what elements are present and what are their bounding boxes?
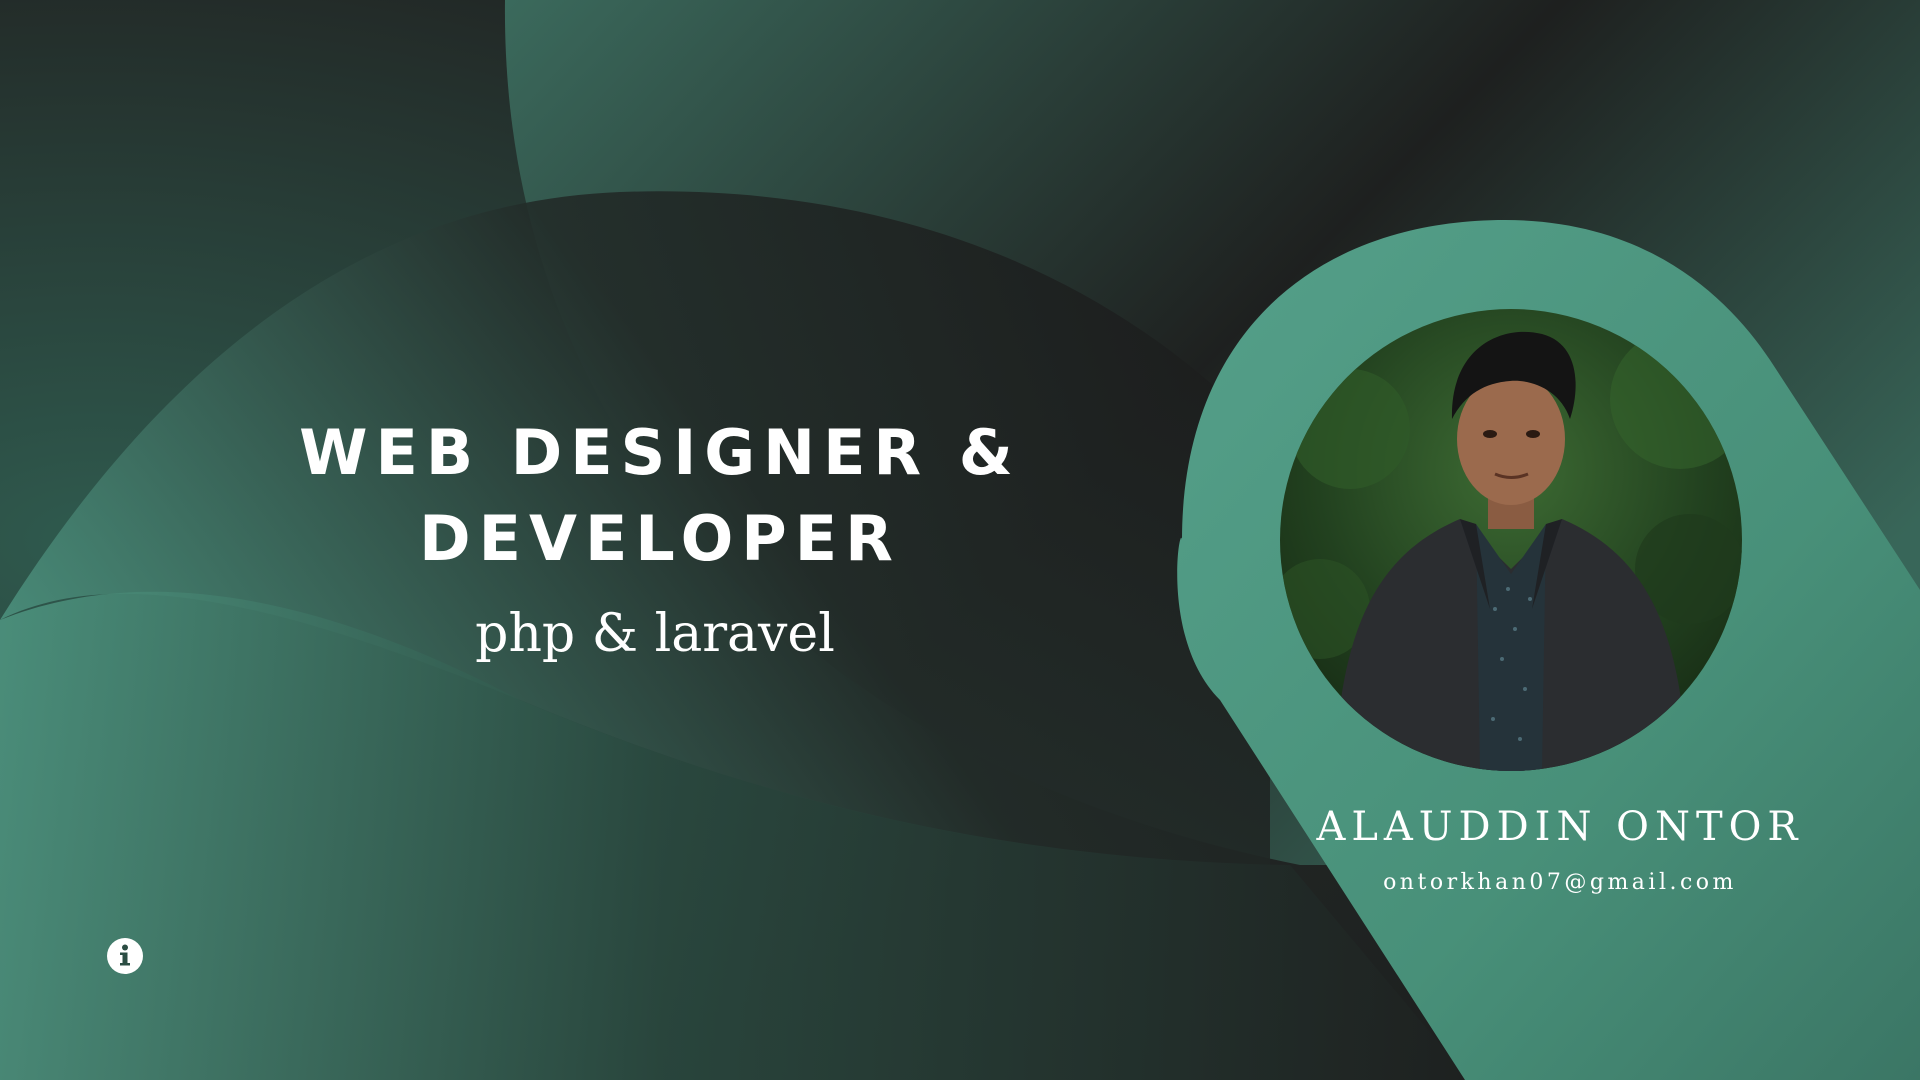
headline-line-2: DEVELOPER	[419, 502, 901, 575]
person-name: ALAUDDIN ONTOR	[1316, 804, 1804, 850]
profile-photo	[1280, 309, 1742, 771]
slide-canvas: WEB DESIGNER & DEVELOPER php & laravel A…	[0, 0, 1920, 1080]
subtitle: php & laravel	[475, 604, 835, 664]
headline: WEB DESIGNER & DEVELOPER	[255, 410, 1065, 582]
person-email[interactable]: ontorkhan07@gmail.com	[1300, 866, 1820, 900]
headline-line-1: WEB DESIGNER &	[299, 416, 1021, 489]
info-icon[interactable]	[106, 937, 144, 975]
